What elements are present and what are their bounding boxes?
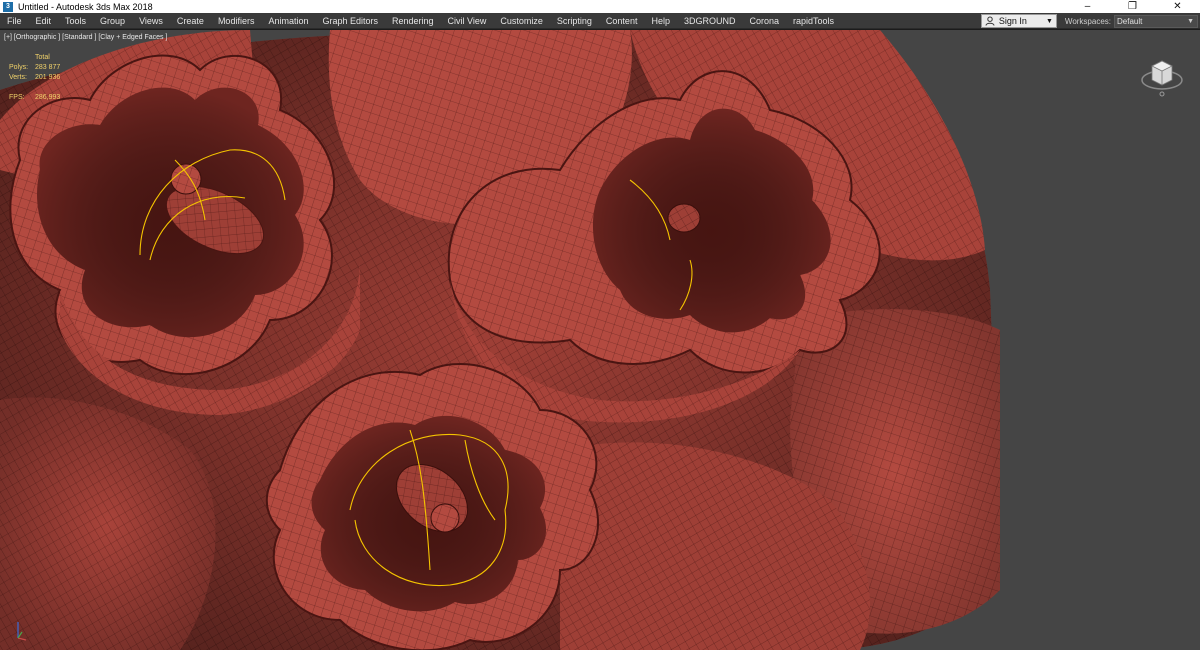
menu-help[interactable]: Help <box>644 13 677 29</box>
chevron-down-icon: ▼ <box>1045 18 1053 25</box>
polys-label: Polys: <box>9 64 29 71</box>
fps-label: FPS: <box>9 94 25 101</box>
menu-graph-editors[interactable]: Graph Editors <box>315 13 385 29</box>
stats-header: Total <box>35 54 50 61</box>
viewport-label-menu[interactable]: [+] [Orthographic ] [Standard ] [Clay + … <box>4 34 167 41</box>
restore-button[interactable]: ❐ <box>1110 0 1155 13</box>
3ds-max-app-icon: 3 <box>3 1 13 12</box>
polys-value: 283 877 <box>35 64 61 71</box>
perspective-viewport[interactable]: [+] [Orthographic ] [Standard ] [Clay + … <box>0 30 1200 650</box>
axis-tripod-icon <box>17 622 27 641</box>
menu-civil-view[interactable]: Civil View <box>441 13 494 29</box>
workspaces-select[interactable]: Default ▼ <box>1114 14 1198 28</box>
close-button[interactable]: ✕ <box>1155 0 1200 13</box>
menu-rendering[interactable]: Rendering <box>385 13 441 29</box>
verts-label: Verts: <box>9 74 27 81</box>
viewcube-icon[interactable] <box>1140 52 1184 98</box>
fps-value: 286,993 <box>35 94 61 101</box>
verts-value: 201 936 <box>35 74 61 81</box>
menu-right-group: Sign In ▼ Workspaces: Default ▼ <box>980 13 1200 29</box>
sign-in-button[interactable]: Sign In ▼ <box>980 14 1057 28</box>
workspaces-value: Default <box>1117 16 1143 26</box>
menu-rapidtools[interactable]: rapidTools <box>786 13 841 29</box>
minimize-button[interactable]: – <box>1065 0 1110 13</box>
menu-scripting[interactable]: Scripting <box>550 13 599 29</box>
window-controls: – ❐ ✕ <box>1065 0 1200 13</box>
menu-file[interactable]: File <box>0 13 29 29</box>
menu-edit[interactable]: Edit <box>29 13 59 29</box>
menu-customize[interactable]: Customize <box>493 13 550 29</box>
viewport-scene[interactable] <box>0 30 1200 650</box>
menu-tools[interactable]: Tools <box>58 13 93 29</box>
window-title-bar: 3 Untitled - Autodesk 3ds Max 2018 – ❐ ✕ <box>0 0 1200 13</box>
window-title: Untitled - Autodesk 3ds Max 2018 <box>18 1 153 12</box>
sign-in-label: Sign In <box>998 16 1027 26</box>
main-menu-bar: File Edit Tools Group Views Create Modif… <box>0 13 1200 29</box>
menu-3dground[interactable]: 3DGROUND <box>677 13 743 29</box>
workspaces-label: Workspaces: <box>1064 16 1111 26</box>
menu-group[interactable]: Group <box>93 13 132 29</box>
menu-create[interactable]: Create <box>170 13 211 29</box>
menu-views[interactable]: Views <box>132 13 170 29</box>
user-icon <box>985 16 995 26</box>
viewport-statistics: Total Polys: 283 877 Verts: 201 936 FPS:… <box>9 53 60 103</box>
menu-content[interactable]: Content <box>599 13 645 29</box>
chevron-down-icon: ▼ <box>1187 17 1194 25</box>
menu-animation[interactable]: Animation <box>261 13 315 29</box>
menu-corona[interactable]: Corona <box>742 13 786 29</box>
menu-modifiers[interactable]: Modifiers <box>211 13 262 29</box>
